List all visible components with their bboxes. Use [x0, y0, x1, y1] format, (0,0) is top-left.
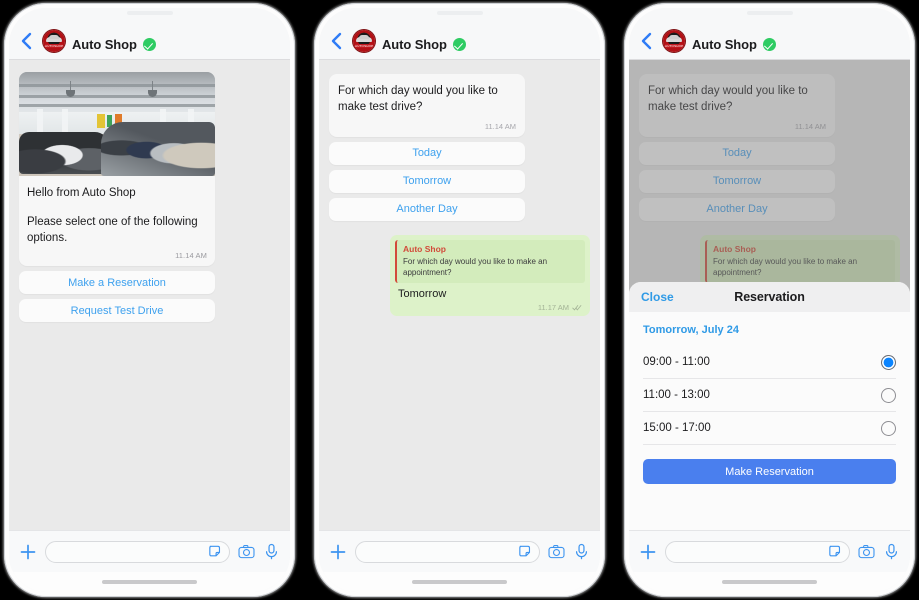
quoted-reply-author: Auto Shop — [403, 243, 446, 254]
input-bar-3 — [629, 530, 910, 572]
back-chevron-icon[interactable] — [639, 30, 655, 52]
incoming-message-text: For which day would you like to make tes… — [338, 85, 498, 114]
phone-2: AUTOSHOP Auto Shop For which day would y… — [314, 3, 605, 597]
incoming-timestamp: 11.14 AM — [794, 121, 826, 131]
phone-3-screen: AUTOSHOP Auto Shop For which day would y… — [629, 8, 910, 592]
plus-icon[interactable] — [329, 543, 347, 561]
notch — [93, 8, 206, 30]
option-another-day[interactable]: Another Day — [639, 197, 835, 221]
time-slot-row[interactable]: 11:00 - 13:00 — [643, 379, 896, 412]
microphone-icon[interactable] — [573, 543, 590, 560]
card-greeting: Hello from Auto Shop — [27, 187, 136, 199]
avatar[interactable]: AUTOSHOP — [663, 30, 685, 52]
avatar[interactable]: AUTOSHOP — [43, 30, 65, 52]
showroom-image — [19, 72, 215, 176]
card-instruction: Please select one of the following optio… — [27, 215, 198, 245]
outgoing-message: Auto Shop For which day would you like t… — [700, 234, 900, 287]
plus-icon[interactable] — [639, 543, 657, 561]
double-check-icon — [572, 305, 582, 311]
avatar-label: AUTOSHOP — [665, 44, 684, 48]
sticker-icon[interactable] — [517, 543, 534, 560]
avatar-label: AUTOSHOP — [45, 44, 64, 48]
option-today[interactable]: Today — [639, 141, 835, 165]
phone-2-screen: AUTOSHOP Auto Shop For which day would y… — [319, 8, 600, 592]
phone-1: AUTOSHOP Auto Shop Hello from Auto Shop … — [4, 3, 295, 597]
camera-icon[interactable] — [238, 543, 255, 560]
notch — [403, 8, 516, 30]
chat-body-1: Hello from Auto Shop Please select one o… — [9, 60, 290, 530]
verified-check-icon — [142, 38, 156, 51]
incoming-message-text: For which day would you like to make tes… — [648, 85, 808, 114]
message-input[interactable] — [45, 540, 230, 563]
message-input[interactable] — [355, 540, 540, 563]
quoted-reply-text: For which day would you like to make an … — [713, 256, 858, 277]
time-slot-row[interactable]: 09:00 - 11:00 — [643, 346, 896, 379]
card-text: Hello from Auto Shop Please select one o… — [19, 176, 215, 251]
camera-icon[interactable] — [548, 543, 565, 560]
quoted-reply-text: For which day would you like to make an … — [403, 256, 548, 277]
back-chevron-icon[interactable] — [19, 30, 35, 52]
option-make-a-reservation[interactable]: Make a Reservation — [19, 271, 215, 295]
time-slot-label: 15:00 - 17:00 — [643, 422, 711, 434]
outgoing-timestamp: 11.17 AM — [537, 303, 569, 313]
back-chevron-icon[interactable] — [329, 30, 345, 52]
sticker-icon[interactable] — [827, 543, 844, 560]
quoted-reply: Auto Shop For which day would you like t… — [705, 239, 895, 284]
phone-1-screen: AUTOSHOP Auto Shop Hello from Auto Shop … — [9, 8, 290, 592]
option-tomorrow[interactable]: Tomorrow — [639, 169, 835, 193]
avatar[interactable]: AUTOSHOP — [353, 30, 375, 52]
option-tomorrow[interactable]: Tomorrow — [329, 169, 525, 193]
option-today[interactable]: Today — [329, 141, 525, 165]
verified-check-icon — [452, 38, 466, 51]
camera-icon[interactable] — [858, 543, 875, 560]
rich-card[interactable]: Hello from Auto Shop Please select one o… — [19, 72, 215, 267]
notch — [713, 8, 826, 30]
quoted-reply-author: Auto Shop — [713, 243, 756, 254]
reservation-sheet: Close Reservation Tomorrow, July 24 09:0… — [629, 282, 910, 530]
card-timestamp: 11.14 AM — [175, 251, 207, 261]
radio-button[interactable] — [881, 420, 896, 436]
screenshot-stage: AUTOSHOP Auto Shop Hello from Auto Shop … — [0, 0, 919, 600]
home-indicator — [9, 572, 290, 592]
page-title: Auto Shop — [382, 37, 447, 52]
chat-body-2: For which day would you like to make tes… — [319, 60, 600, 530]
time-slot-row[interactable]: 15:00 - 17:00 — [643, 412, 896, 445]
incoming-timestamp: 11.14 AM — [484, 121, 516, 131]
avatar-label: AUTOSHOP — [355, 44, 374, 48]
quoted-reply: Auto Shop For which day would you like t… — [395, 239, 585, 284]
option-another-day[interactable]: Another Day — [329, 197, 525, 221]
phone-3: AUTOSHOP Auto Shop For which day would y… — [624, 3, 915, 597]
radio-button[interactable] — [881, 387, 896, 403]
radio-button-selected[interactable] — [881, 354, 896, 370]
cta-wrap: Make Reservation — [629, 445, 910, 484]
verified-check-icon — [762, 38, 776, 51]
sticker-icon[interactable] — [207, 543, 224, 560]
outgoing-message: Auto Shop For which day would you like t… — [390, 234, 590, 317]
microphone-icon[interactable] — [883, 543, 900, 560]
chat-body-3: For which day would you like to make tes… — [629, 60, 910, 530]
page-title: Auto Shop — [692, 37, 757, 52]
time-slot-list: 09:00 - 11:00 11:00 - 13:00 15:00 - 17:0… — [629, 336, 910, 445]
reservation-date-label: Tomorrow, July 24 — [643, 324, 739, 336]
home-indicator — [629, 572, 910, 592]
outgoing-message-text: Tomorrow — [398, 288, 447, 301]
option-request-test-drive[interactable]: Request Test Drive — [19, 299, 215, 323]
reservation-sheet-title: Reservation — [734, 290, 805, 304]
message-input[interactable] — [665, 540, 850, 563]
input-bar-2 — [319, 530, 600, 572]
time-slot-label: 11:00 - 13:00 — [643, 389, 710, 401]
page-title: Auto Shop — [72, 37, 137, 52]
time-slot-label: 09:00 - 11:00 — [643, 356, 710, 368]
plus-icon[interactable] — [19, 543, 37, 561]
home-indicator — [319, 572, 600, 592]
reservation-sheet-header: Close Reservation — [629, 282, 910, 312]
input-bar-1 — [9, 530, 290, 572]
outgoing-meta: 11.17 AM — [395, 300, 585, 313]
make-reservation-button[interactable]: Make Reservation — [643, 459, 896, 484]
microphone-icon[interactable] — [263, 543, 280, 560]
incoming-message: For which day would you like to make tes… — [329, 74, 525, 137]
incoming-message: For which day would you like to make tes… — [639, 74, 835, 137]
